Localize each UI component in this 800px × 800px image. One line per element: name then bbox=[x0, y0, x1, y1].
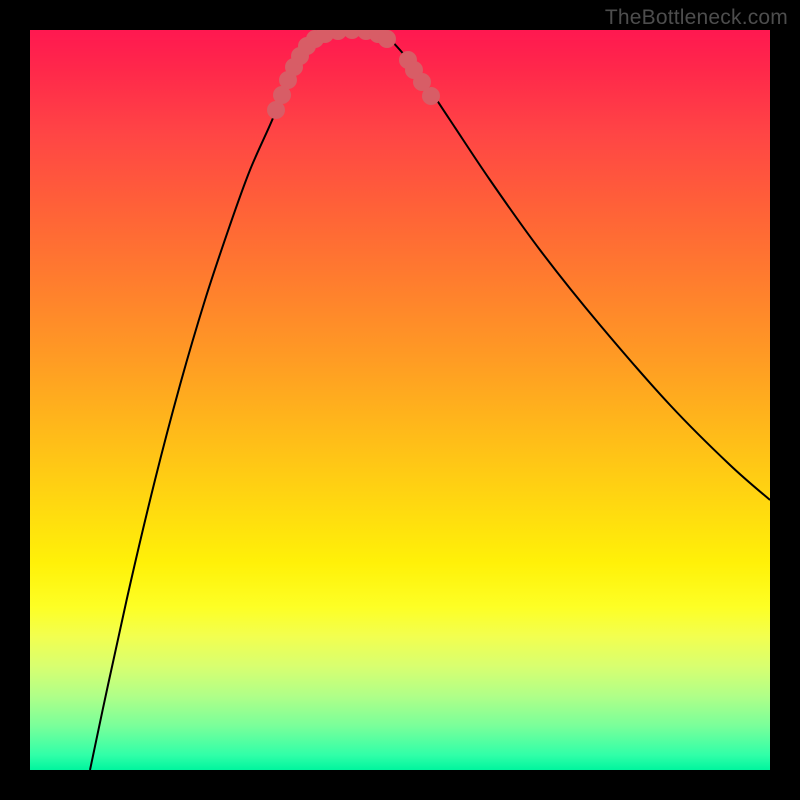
bottleneck-curve-chart bbox=[30, 30, 770, 770]
curve-layer bbox=[90, 30, 770, 770]
watermark-text: TheBottleneck.com bbox=[605, 6, 788, 30]
left-markers-dot bbox=[378, 30, 396, 48]
right-markers-dot bbox=[422, 87, 440, 105]
marker-layer bbox=[267, 30, 440, 119]
bottleneck-curve bbox=[90, 30, 770, 770]
